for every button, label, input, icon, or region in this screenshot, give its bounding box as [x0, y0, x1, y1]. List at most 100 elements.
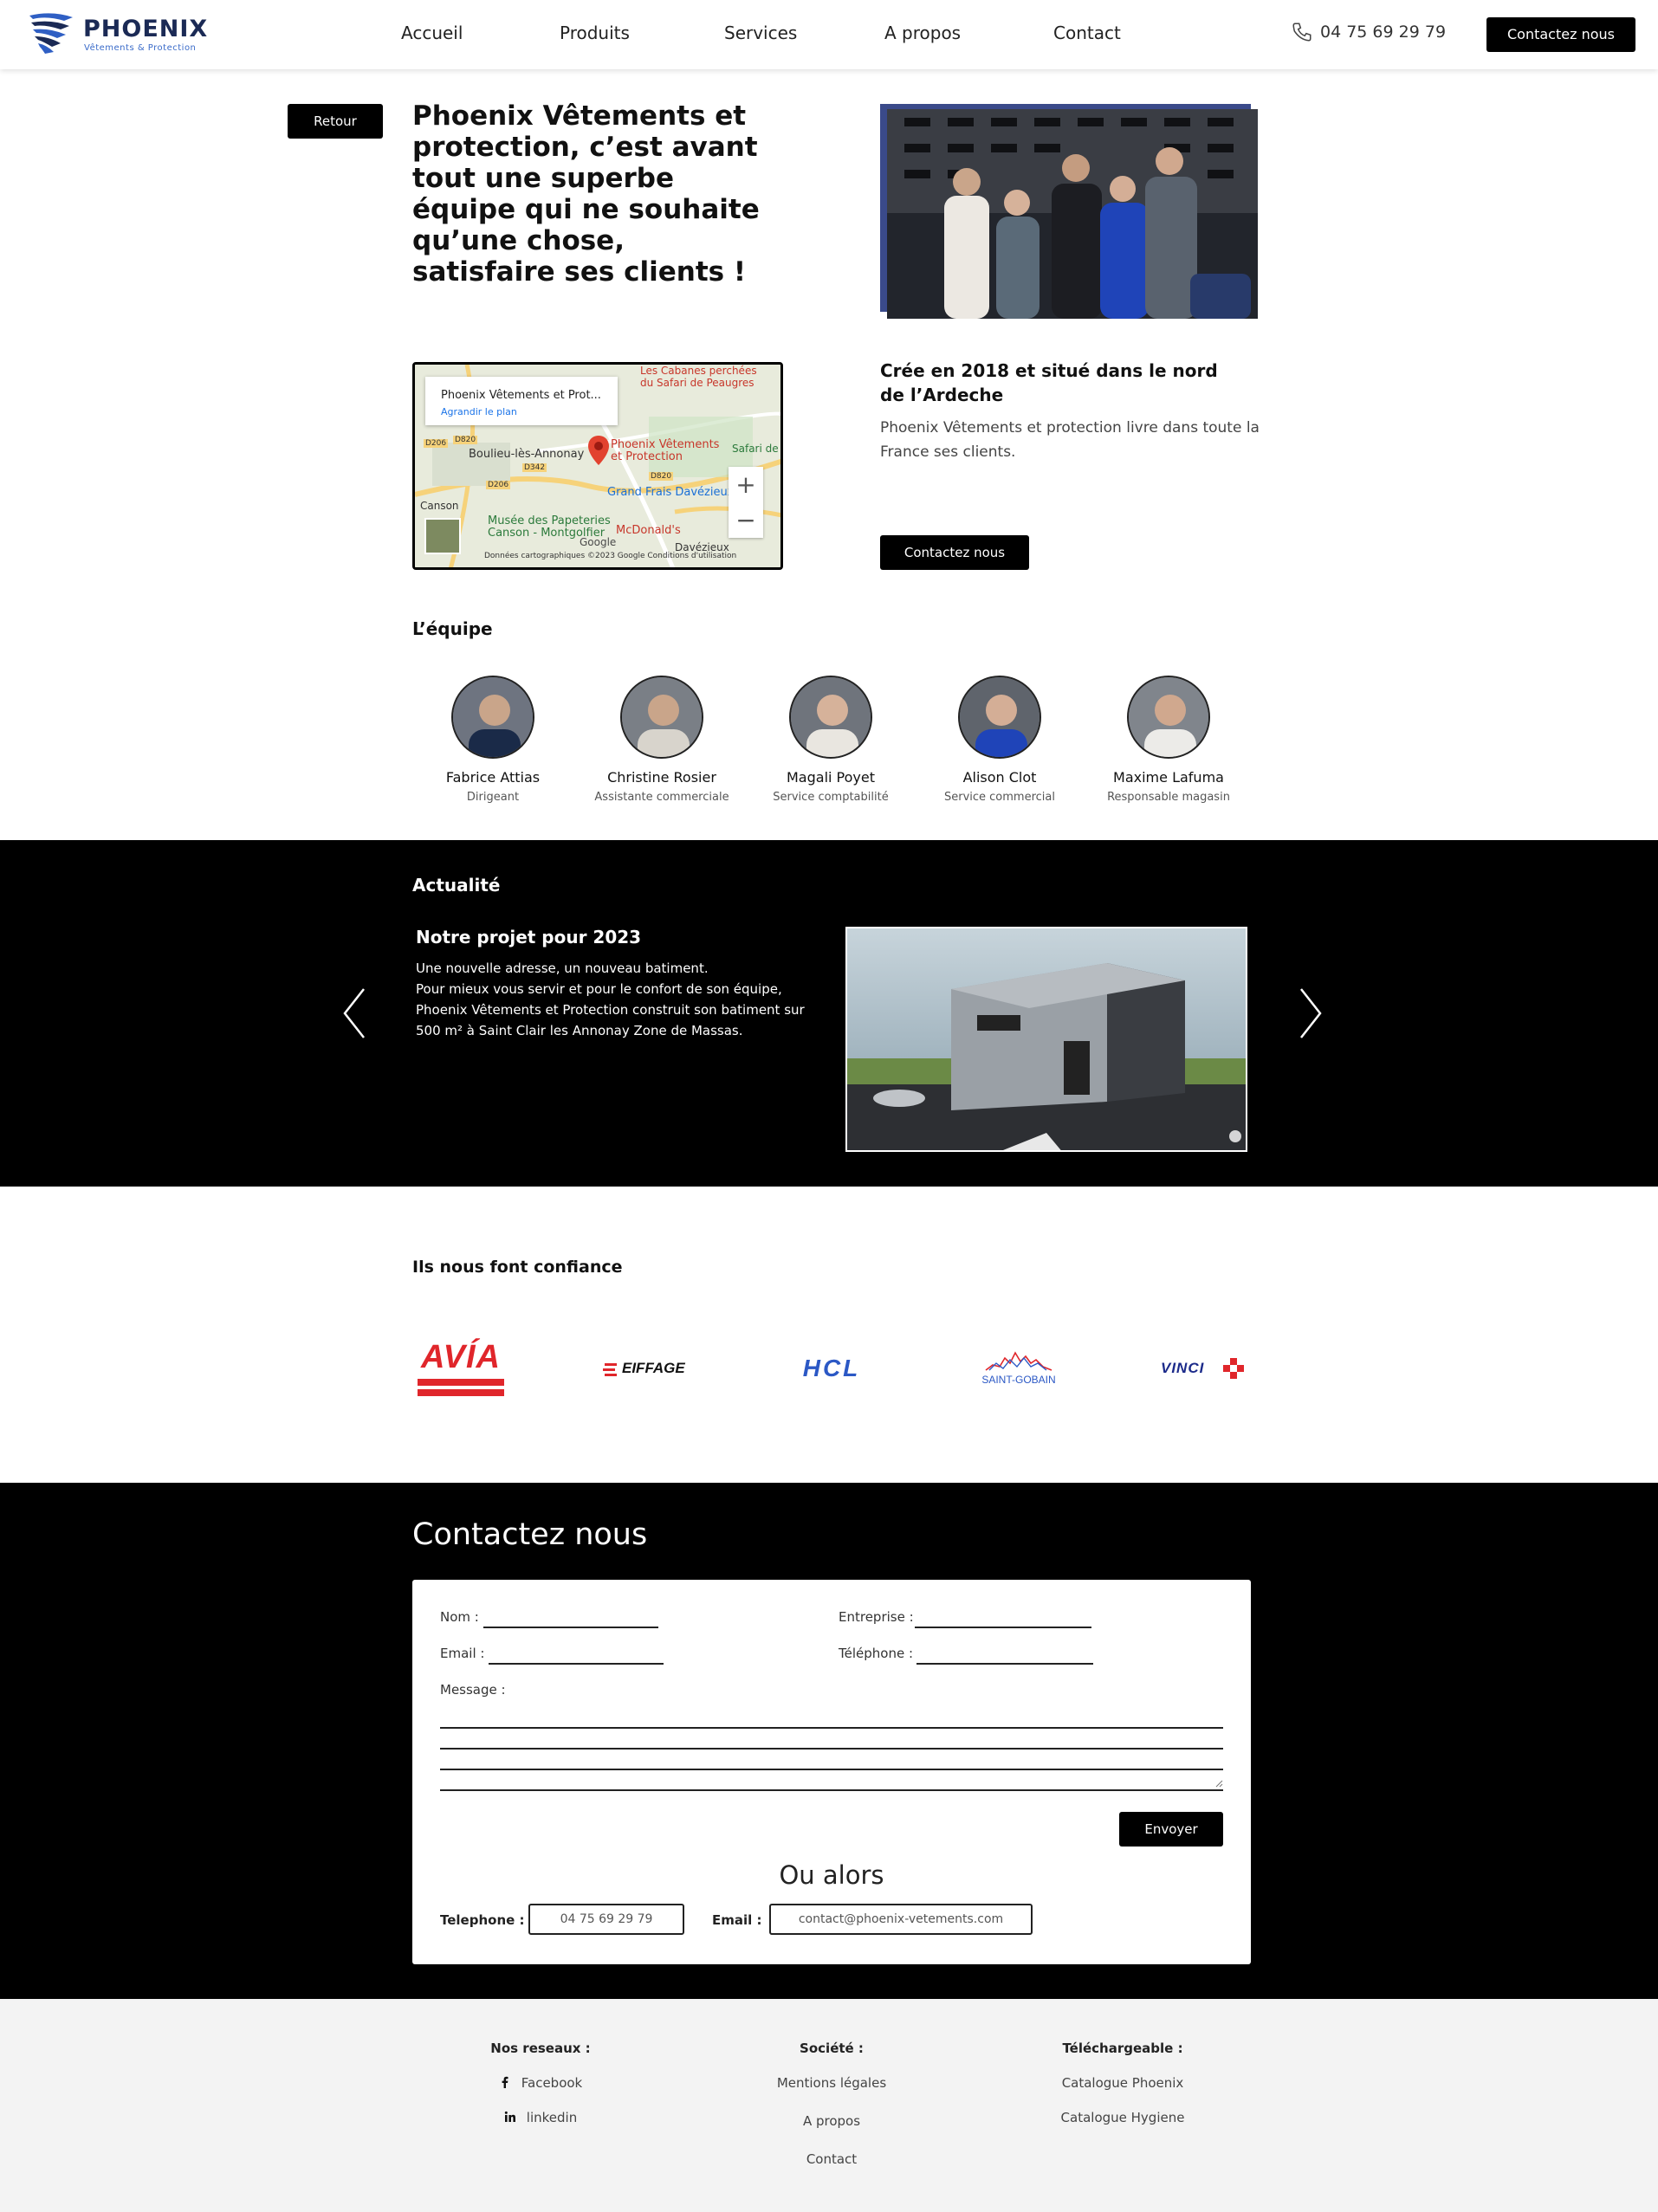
zoom-in-icon[interactable]: +: [729, 467, 763, 502]
header-phone[interactable]: 04 75 69 29 79: [1292, 23, 1447, 42]
avatar: [1127, 676, 1210, 759]
member-role: Service comptabilité: [773, 791, 889, 804]
map-road-d206-south: D206: [486, 481, 511, 489]
map-place-card: Phoenix Vêtements et Prot... Agrandir le…: [425, 377, 618, 425]
map-road-d820: D820: [453, 436, 478, 444]
member-role: Service commercial: [943, 791, 1055, 804]
avia-logo-text: AVÍA: [421, 1339, 501, 1375]
zoom-out-icon[interactable]: −: [729, 502, 763, 538]
footer-link-mentions[interactable]: Mentions légales: [702, 2075, 962, 2113]
footer-downloads: Téléchargeable : Catalogue Phoenix Catal…: [993, 2041, 1253, 2144]
site-header: PHOENIX Vêtements & Protection Accueil P…: [0, 0, 1658, 69]
phone-contact-label: Telephone :: [440, 1912, 525, 1928]
site-footer: Nos reseaux : Facebook linkedin Société …: [0, 1999, 1658, 2212]
phoenix-bird-icon: [29, 13, 73, 54]
nav-produits[interactable]: Produits: [560, 23, 630, 43]
nom-label: Nom :: [440, 1609, 479, 1625]
nav-services[interactable]: Services: [724, 23, 797, 43]
team-member: Fabrice Attias Dirigeant: [415, 676, 571, 804]
map-label-safari: Safari de: [732, 443, 779, 455]
footer-link-a-propos[interactable]: A propos: [702, 2113, 962, 2151]
eiffage-mark-icon: [603, 1363, 617, 1376]
news-text: Une nouvelle adresse, un nouveau batimen…: [416, 958, 823, 1041]
carousel-next-icon[interactable]: [1292, 986, 1327, 1041]
email-label: Email :: [440, 1646, 485, 1661]
message-textarea[interactable]: [440, 1727, 1223, 1800]
avatar: [620, 676, 703, 759]
news-title: Notre projet pour 2023: [416, 927, 642, 948]
contact-form: Nom : Entreprise : Email : Téléphone : M…: [412, 1580, 1251, 1964]
news-building-image: [845, 927, 1247, 1152]
nav-contact[interactable]: Contact: [1053, 23, 1121, 43]
info-contact-button[interactable]: Contactez nous: [880, 535, 1029, 570]
message-line: [440, 1789, 1223, 1791]
footer-link-linkedin[interactable]: linkedin: [411, 2110, 670, 2144]
footer-link-contact[interactable]: Contact: [702, 2151, 962, 2189]
map-enlarge-link[interactable]: Agrandir le plan: [441, 406, 517, 417]
message-line: [440, 1769, 1223, 1770]
news-line-2: Pour mieux vous servir et pour le confor…: [416, 981, 805, 1038]
avia-bar-bottom: [418, 1389, 504, 1396]
footer-downloads-title: Téléchargeable :: [1062, 2041, 1183, 2056]
entreprise-field[interactable]: [915, 1627, 1091, 1628]
map-label-grand-frais: Grand Frais Davézieux: [607, 486, 735, 499]
phoenix-logo[interactable]: PHOENIX Vêtements & Protection: [26, 9, 208, 61]
email-contact-value[interactable]: contact@phoenix-vetements.com: [769, 1904, 1033, 1935]
member-role: Responsable magasin: [1107, 791, 1230, 804]
header-contact-button[interactable]: Contactez nous: [1486, 17, 1635, 52]
phone-contact-value[interactable]: 04 75 69 29 79: [528, 1904, 684, 1935]
message-label: Message :: [440, 1682, 506, 1698]
page-headline: Phoenix Vêtements et protection, c’est a…: [412, 100, 760, 288]
client-logo-hcl: HCL: [787, 1339, 877, 1400]
member-role: Assistante commerciale: [594, 791, 729, 804]
map-label-phoenix: Phoenix Vêtements et Protection: [611, 438, 720, 463]
nav-accueil[interactable]: Accueil: [401, 23, 463, 43]
map-google-logo: Google: [580, 536, 617, 548]
hcl-logo-text: HCL: [802, 1355, 861, 1381]
carousel-prev-icon[interactable]: [338, 986, 372, 1041]
team-photo: [880, 104, 1258, 319]
footer-link-facebook[interactable]: Facebook: [411, 2075, 670, 2110]
header-phone-number: 04 75 69 29 79: [1320, 23, 1447, 42]
map-pin-icon[interactable]: [586, 434, 611, 467]
map-zoom-controls: + −: [729, 467, 763, 538]
map-road-d342: D342: [522, 463, 547, 472]
news-section: Actualité Notre projet pour 2023 Une nou…: [0, 840, 1658, 1187]
eiffage-logo-text: EIFFAGE: [622, 1360, 685, 1376]
nom-field[interactable]: [483, 1627, 658, 1628]
map-label-cabanes: Les Cabanes perchées du Safari de Peaugr…: [640, 365, 757, 389]
map-label-boulieu: Boulieu-lès-Annonay: [469, 448, 585, 461]
map-attribution[interactable]: Données cartographiques ©2023 Google Con…: [484, 552, 736, 560]
member-name: Christine Rosier: [607, 769, 716, 786]
company-info-title: Crée en 2018 et situé dans le nord de l’…: [880, 360, 1218, 405]
avia-bar-top: [418, 1379, 504, 1386]
member-role: Dirigeant: [466, 791, 520, 804]
vinci-cross-icon: [1223, 1358, 1244, 1379]
team-member: Magali Poyet Service comptabilité: [753, 676, 909, 804]
member-name: Maxime Lafuma: [1113, 769, 1224, 786]
news-heading: Actualité: [412, 875, 501, 896]
back-button[interactable]: Retour: [288, 104, 383, 139]
map-road-d206: D206: [424, 439, 449, 448]
company-info-text: Phoenix Vêtements et protection livre da…: [880, 419, 1260, 461]
map-place-title: Phoenix Vêtements et Prot...: [441, 389, 601, 402]
email-field[interactable]: [489, 1663, 664, 1665]
member-name: Alison Clot: [962, 769, 1037, 786]
facebook-icon: [502, 2076, 508, 2088]
team-member: Maxime Lafuma Responsable magasin: [1091, 676, 1247, 804]
telephone-label: Téléphone :: [839, 1646, 914, 1661]
send-button[interactable]: Envoyer: [1119, 1812, 1223, 1847]
facebook-label: Facebook: [521, 2075, 583, 2091]
nav-a-propos[interactable]: A propos: [884, 23, 961, 43]
footer-link-catalogue-phoenix[interactable]: Catalogue Phoenix: [993, 2075, 1253, 2110]
resize-handle-icon[interactable]: [1214, 1779, 1223, 1788]
telephone-field[interactable]: [916, 1663, 1093, 1665]
contact-section: Contactez nous Nom : Entreprise : Email …: [0, 1483, 1658, 1999]
avatar: [958, 676, 1041, 759]
google-map[interactable]: Phoenix Vêtements et Prot... Agrandir le…: [412, 362, 783, 570]
footer-link-catalogue-hygiene[interactable]: Catalogue Hygiene: [993, 2110, 1253, 2144]
email-contact-label: Email :: [712, 1912, 762, 1928]
team-member: Alison Clot Service commercial: [922, 676, 1078, 804]
linkedin-label: linkedin: [526, 2110, 578, 2125]
vinci-logo-text: VINCI: [1161, 1360, 1205, 1376]
